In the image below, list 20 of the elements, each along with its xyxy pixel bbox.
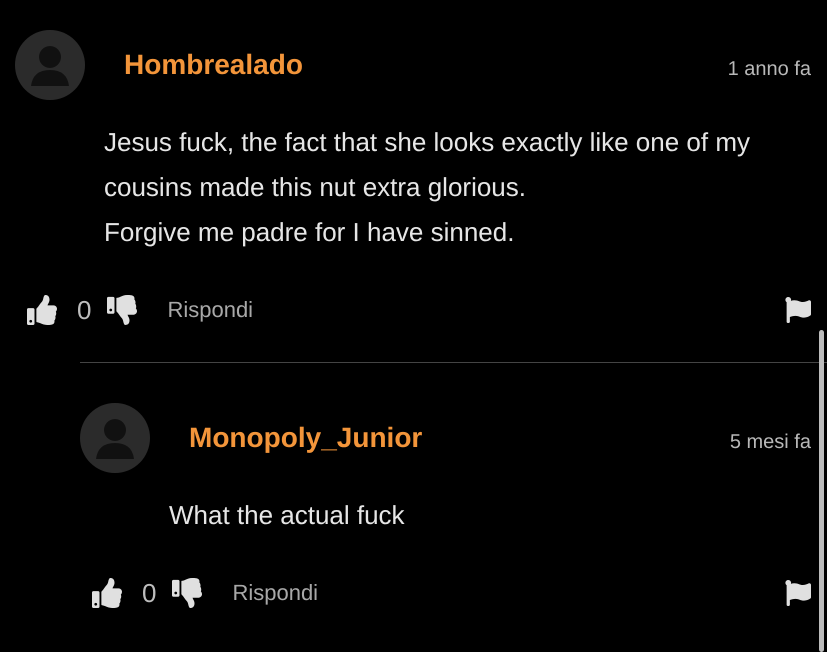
comment-text: Forgive me padre for I have sinned. xyxy=(104,216,516,249)
flag-icon[interactable] xyxy=(785,580,811,606)
username[interactable]: Hombrealado xyxy=(124,49,728,81)
reply-link[interactable]: Rispondi xyxy=(232,580,785,606)
comment-text: What the actual fuck xyxy=(169,499,406,532)
thumbs-down-icon[interactable] xyxy=(172,578,202,608)
avatar-icon xyxy=(80,403,150,473)
flag-icon[interactable] xyxy=(785,297,811,323)
thumbs-down-icon[interactable] xyxy=(107,295,138,325)
like-count: 0 xyxy=(77,294,92,326)
thumbs-up-icon[interactable] xyxy=(27,295,57,325)
username[interactable]: Monopoly_Junior xyxy=(189,422,730,454)
comment-text: Jesus fuck, the fact that she looks exactly like one of my cousins made this nut extra glorious. xyxy=(104,126,751,204)
reply-link[interactable]: Rispondi xyxy=(167,297,785,323)
thumbs-up-icon[interactable] xyxy=(92,578,122,608)
timestamp: 1 anno fa xyxy=(728,58,811,81)
like-count: 0 xyxy=(142,578,156,608)
timestamp: 5 mesi fa xyxy=(730,431,811,454)
avatar-icon xyxy=(15,30,85,100)
scrollbar[interactable] xyxy=(819,330,824,652)
